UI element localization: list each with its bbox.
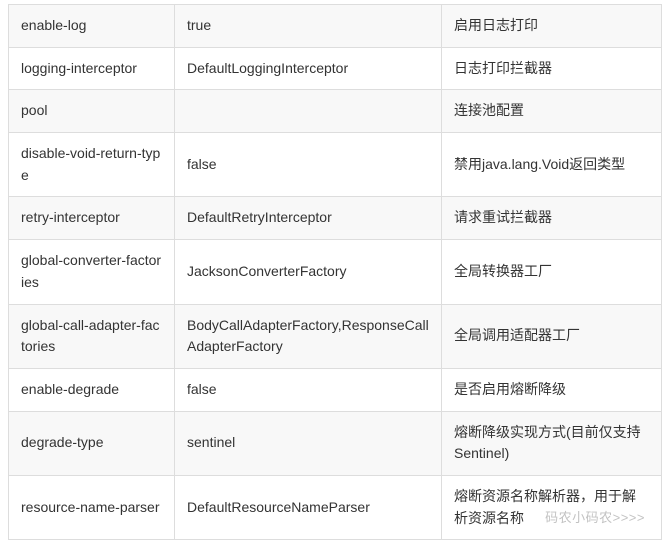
config-value: true — [175, 5, 442, 48]
config-desc: 日志打印拦截器 — [442, 47, 662, 90]
config-key: disable-void-return-type — [9, 133, 175, 197]
config-value — [175, 90, 442, 133]
config-key: degrade-type — [9, 411, 175, 475]
config-key: retry-interceptor — [9, 197, 175, 240]
config-desc: 是否启用熔断降级 — [442, 368, 662, 411]
table-row: logging-interceptor DefaultLoggingInterc… — [9, 47, 662, 90]
config-desc: 连接池配置 — [442, 90, 662, 133]
table-row: resource-name-parser DefaultResourceName… — [9, 475, 662, 539]
config-table: enable-log true 启用日志打印 logging-intercept… — [8, 4, 662, 540]
config-desc: 启用日志打印 — [442, 5, 662, 48]
config-table-body: enable-log true 启用日志打印 logging-intercept… — [9, 5, 662, 540]
table-row: pool 连接池配置 — [9, 90, 662, 133]
config-desc: 请求重试拦截器 — [442, 197, 662, 240]
table-row: enable-log true 启用日志打印 — [9, 5, 662, 48]
config-desc: 全局调用适配器工厂 — [442, 304, 662, 368]
config-desc: 熔断资源名称解析器，用于解析资源名称 — [442, 475, 662, 539]
table-row: enable-degrade false 是否启用熔断降级 — [9, 368, 662, 411]
config-key: enable-log — [9, 5, 175, 48]
config-key: pool — [9, 90, 175, 133]
table-row: global-converter-factories JacksonConver… — [9, 240, 662, 304]
config-desc: 全局转换器工厂 — [442, 240, 662, 304]
config-value: BodyCallAdapterFactory,ResponseCallAdapt… — [175, 304, 442, 368]
config-key: enable-degrade — [9, 368, 175, 411]
config-desc: 熔断降级实现方式(目前仅支持Sentinel) — [442, 411, 662, 475]
config-key: global-converter-factories — [9, 240, 175, 304]
table-row: disable-void-return-type false 禁用java.la… — [9, 133, 662, 197]
config-value: DefaultResourceNameParser — [175, 475, 442, 539]
config-value: false — [175, 133, 442, 197]
config-desc: 禁用java.lang.Void返回类型 — [442, 133, 662, 197]
table-row: retry-interceptor DefaultRetryIntercepto… — [9, 197, 662, 240]
config-value: sentinel — [175, 411, 442, 475]
table-row: degrade-type sentinel 熔断降级实现方式(目前仅支持Sent… — [9, 411, 662, 475]
config-key: logging-interceptor — [9, 47, 175, 90]
config-value: DefaultLoggingInterceptor — [175, 47, 442, 90]
config-value: false — [175, 368, 442, 411]
config-value: DefaultRetryInterceptor — [175, 197, 442, 240]
config-value: JacksonConverterFactory — [175, 240, 442, 304]
config-key: global-call-adapter-factories — [9, 304, 175, 368]
config-key: resource-name-parser — [9, 475, 175, 539]
table-row: global-call-adapter-factories BodyCallAd… — [9, 304, 662, 368]
